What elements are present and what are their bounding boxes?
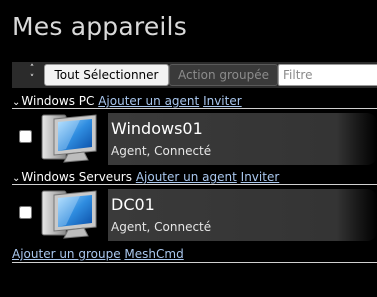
device-checkbox[interactable] <box>19 130 32 143</box>
invite-link[interactable]: Inviter <box>241 170 280 184</box>
add-agent-link[interactable]: Ajouter un agent <box>136 170 237 184</box>
meshcmd-link[interactable]: MeshCmd <box>124 247 183 261</box>
device-status: Agent, Connecté <box>111 144 212 158</box>
group-name: Windows Serveurs <box>21 170 132 184</box>
device-card[interactable]: DC01 Agent, Connecté <box>108 189 377 241</box>
chevron-down-icon[interactable]: ⌄ <box>12 173 20 184</box>
group-action-button[interactable]: Action groupée <box>169 64 278 86</box>
device-checkbox[interactable] <box>19 206 32 219</box>
group-header-windows-serveurs: ⌄Windows Serveurs Ajouter un agent Invit… <box>12 170 377 185</box>
device-name[interactable]: Windows01 <box>111 119 203 138</box>
device-row[interactable]: Windows01 Agent, Connecté <box>12 110 377 168</box>
devices-toolbar: ˄ ˅ Tout Sélectionner Action groupée <box>12 62 377 88</box>
invite-link[interactable]: Inviter <box>203 94 242 108</box>
device-card[interactable]: Windows01 Agent, Connecté <box>108 113 377 165</box>
group-header-windows-pc: ⌄Windows PC Ajouter un agent Inviter <box>12 94 377 109</box>
add-agent-link[interactable]: Ajouter un agent <box>98 94 199 108</box>
desktop-computer-icon <box>41 190 97 239</box>
desktop-computer-icon <box>41 114 97 163</box>
group-name: Windows PC <box>21 94 95 108</box>
collapse-all-icon[interactable]: ˄ ˅ <box>28 64 36 84</box>
device-status: Agent, Connecté <box>111 220 212 234</box>
add-group-link[interactable]: Ajouter un groupe <box>12 247 121 261</box>
footer-links: Ajouter un groupe MeshCmd <box>12 247 184 261</box>
device-row[interactable]: DC01 Agent, Connecté <box>12 186 377 244</box>
filter-input[interactable] <box>278 64 377 86</box>
chevron-down-icon[interactable]: ⌄ <box>12 97 20 108</box>
page-title: Mes appareils <box>12 12 187 41</box>
device-name[interactable]: DC01 <box>111 195 155 214</box>
select-all-button[interactable]: Tout Sélectionner <box>44 64 169 86</box>
divider <box>12 262 377 263</box>
